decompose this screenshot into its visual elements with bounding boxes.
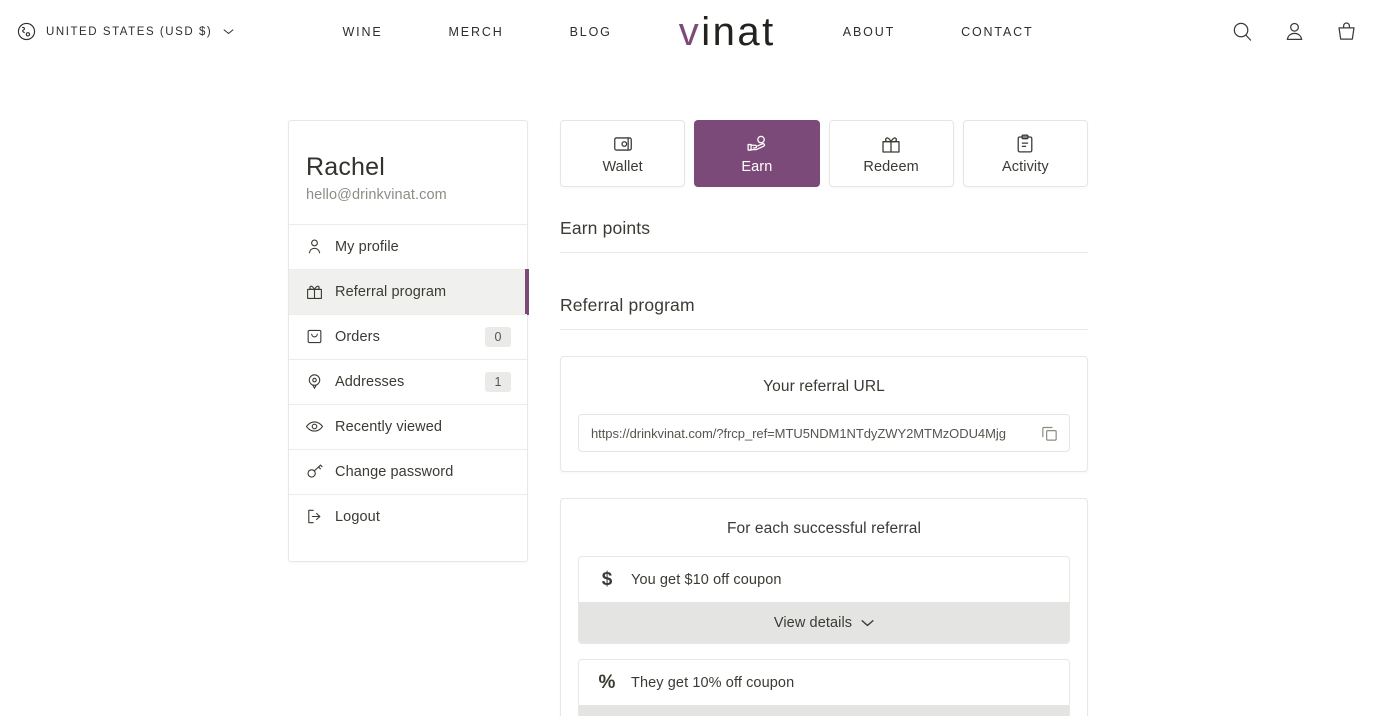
reward-row: $ You get $10 off coupon View details <box>578 556 1070 644</box>
sidebar-item-addresses[interactable]: Addresses 1 <box>289 358 527 404</box>
reward-summary: % They get 10% off coupon <box>579 660 1069 705</box>
search-icon[interactable] <box>1231 20 1254 43</box>
logo-rest: inat <box>701 9 776 54</box>
account-nav-list: My profile Referral program Orders 0 Add… <box>289 223 529 539</box>
hand-coin-icon <box>746 133 768 155</box>
cart-icon[interactable] <box>1335 20 1358 43</box>
main-navigation: WINE MERCH BLOG vinat ABOUT CONTACT <box>0 12 1376 52</box>
nav-link-about[interactable]: ABOUT <box>810 25 928 39</box>
account-content: Wallet Earn Redeem Activity Earn points … <box>560 120 1088 716</box>
account-sidebar: Rachel hello@drinkvinat.com My profile R… <box>288 120 529 562</box>
tab-activity[interactable]: Activity <box>962 120 1088 187</box>
dollar-icon: $ <box>601 569 613 590</box>
referral-url-field[interactable]: https://drinkvinat.com/?frcp_ref=MTU5NDM… <box>578 414 1070 452</box>
sidebar-item-label: Change password <box>335 463 454 480</box>
site-logo[interactable]: vinat <box>645 12 810 52</box>
reward-row: % They get 10% off coupon View details <box>578 659 1070 716</box>
gift-icon <box>880 133 902 155</box>
sidebar-bottom-spacer <box>289 539 527 561</box>
account-email: hello@drinkvinat.com <box>306 186 447 203</box>
rewards-card-title: For each successful referral <box>726 520 922 537</box>
tab-label: Wallet <box>602 158 643 175</box>
copy-icon[interactable] <box>1040 424 1059 443</box>
sidebar-item-label: Addresses <box>335 373 405 390</box>
account-icon[interactable] <box>1283 20 1306 43</box>
chevron-down-icon <box>861 619 874 627</box>
referral-url-value: https://drinkvinat.com/?frcp_ref=MTU5NDM… <box>591 425 1006 441</box>
reward-text: You get $10 off coupon <box>631 571 782 588</box>
key-icon <box>305 462 324 481</box>
logo-accent-letter: v <box>678 9 702 54</box>
clipboard-icon <box>1014 133 1036 155</box>
view-details-toggle[interactable]: View details <box>579 705 1069 716</box>
tab-label: Earn <box>741 158 773 175</box>
page-title: Earn points <box>560 218 1088 253</box>
nav-link-merch[interactable]: MERCH <box>416 25 537 39</box>
logout-icon <box>305 507 324 526</box>
reward-text: They get 10% off coupon <box>631 674 795 691</box>
wallet-icon <box>612 133 634 155</box>
tab-earn[interactable]: Earn <box>694 120 820 187</box>
sidebar-item-change-password[interactable]: Change password <box>289 448 527 494</box>
bag-icon <box>305 327 324 346</box>
sidebar-item-orders[interactable]: Orders 0 <box>289 313 527 359</box>
sidebar-item-recently-viewed[interactable]: Recently viewed <box>289 403 527 449</box>
gift-icon <box>305 282 324 301</box>
nav-link-contact[interactable]: CONTACT <box>928 25 1066 39</box>
sidebar-item-label: Referral program <box>335 283 447 300</box>
tab-redeem[interactable]: Redeem <box>828 120 954 187</box>
pin-icon <box>305 372 324 391</box>
account-page: Rachel hello@drinkvinat.com My profile R… <box>0 63 1376 716</box>
sidebar-item-referral-program[interactable]: Referral program <box>289 268 529 315</box>
eye-icon <box>305 417 324 436</box>
tab-label: Activity <box>1002 158 1049 175</box>
sidebar-item-label: Logout <box>335 508 380 525</box>
referral-url-card: Your referral URL https://drinkvinat.com… <box>560 356 1088 472</box>
tab-label: Redeem <box>863 158 919 175</box>
view-details-toggle[interactable]: View details <box>579 602 1069 643</box>
sidebar-item-label: Recently viewed <box>335 418 443 435</box>
sidebar-item-my-profile[interactable]: My profile <box>289 223 527 269</box>
status-badge: 0 <box>485 326 511 347</box>
header-icon-group <box>1231 20 1358 43</box>
sidebar-item-label: My profile <box>335 238 399 255</box>
site-header: UNITED STATES (USD $) WINE MERCH BLOG vi… <box>0 0 1376 63</box>
sidebar-item-label: Orders <box>335 328 380 345</box>
percent-icon: % <box>598 672 616 693</box>
rewards-card: For each successful referral $ You get $… <box>560 498 1088 716</box>
tab-wallet[interactable]: Wallet <box>560 120 686 187</box>
nav-link-blog[interactable]: BLOG <box>537 25 645 39</box>
sidebar-item-logout[interactable]: Logout <box>289 493 527 539</box>
referral-url-title: Your referral URL <box>763 378 885 395</box>
reward-summary: $ You get $10 off coupon <box>579 557 1069 602</box>
account-header: Rachel hello@drinkvinat.com <box>289 121 527 224</box>
account-name: Rachel <box>306 153 386 181</box>
section-heading-referral-program: Referral program <box>560 295 1088 330</box>
user-icon <box>305 237 324 256</box>
status-badge: 1 <box>485 371 511 392</box>
loyalty-tabs: Wallet Earn Redeem Activity <box>560 120 1088 187</box>
nav-link-wine[interactable]: WINE <box>309 25 415 39</box>
view-details-label: View details <box>773 614 853 631</box>
